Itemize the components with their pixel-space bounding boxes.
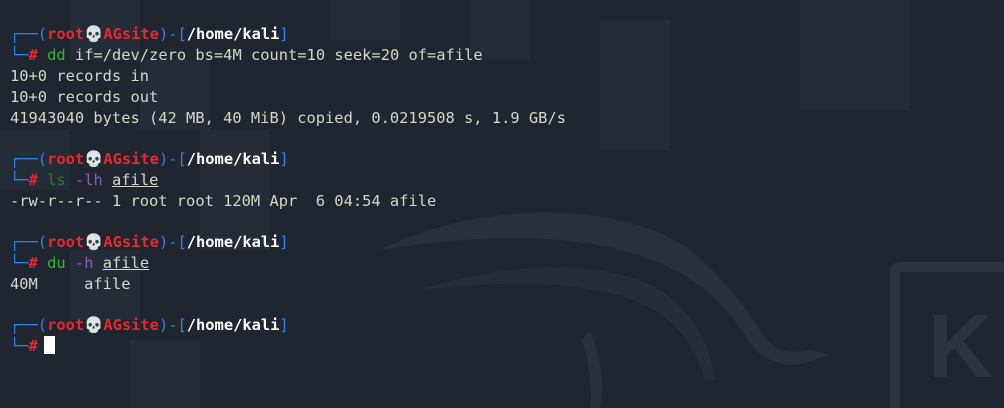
prompt-frame-bottom: └─ [10,254,29,272]
skull-icon: 💀 [84,316,104,334]
command-line: └─# dd if=/dev/zero bs=4M count=10 seek=… [10,45,566,66]
command-name: du [47,254,66,272]
skull-icon: 💀 [84,25,104,43]
output-line: -rw-r--r-- 1 root root 120M Apr 6 04:54 … [10,192,437,210]
wallpaper-block [800,0,910,110]
text-cursor[interactable] [43,336,55,354]
prompt-host: AGsite [103,25,159,43]
output-line: 40M afile [10,275,131,293]
prompt-frame-bottom: └─ [10,46,29,64]
command-name: ls [47,171,66,189]
prompt-frame-top: ┌──( [10,25,48,43]
prompt-user: root [47,25,85,43]
prompt-line: ┌──(root💀AGsite)-[/home/kali] [10,232,566,253]
output-line: 10+0 records in [10,67,149,85]
command-name: dd [47,46,66,64]
prompt-symbol: # [28,171,38,189]
command-option: -lh [65,171,103,189]
kali-logo-letter: K [928,297,993,397]
command-args: if=/dev/zero bs=4M count=10 seek=20 of=a… [65,46,483,64]
prompt-path: /home/kali [186,233,280,251]
skull-icon: 💀 [84,150,104,168]
prompt-frame-bottom: └─ [10,171,29,189]
active-command-line[interactable]: └─# [10,336,566,357]
prompt-frame-bottom: └─ [10,337,29,355]
prompt-path: /home/kali [186,25,280,43]
wallpaper-block [600,20,670,150]
prompt-frame-end: ] [279,233,289,251]
command-option: -h [65,254,94,272]
prompt-host: AGsite [103,150,159,168]
prompt-line: ┌──(root💀AGsite)-[/home/kali] [10,149,566,170]
prompt-frame-mid: )-[ [158,25,187,43]
command-file: afile [112,171,159,189]
prompt-frame-top: ┌──( [10,316,48,334]
prompt-user: root [47,316,85,334]
prompt-path: /home/kali [186,316,280,334]
skull-icon: 💀 [84,233,104,251]
terminal-output: ┌──(root💀AGsite)-[/home/kali] └─# dd if=… [10,24,566,357]
prompt-line: ┌──(root💀AGsite)-[/home/kali] [10,315,566,336]
prompt-frame-end: ] [279,316,289,334]
output-line: 41943040 bytes (42 MB, 40 MiB) copied, 0… [10,109,566,127]
command-line: └─# du -h afile [10,253,566,274]
kali-logo-watermark: K [890,262,1004,408]
prompt-symbol: # [28,46,38,64]
command-file: afile [102,254,150,272]
terminal-window[interactable]: K ┌──(root💀AGsite)-[/home/kali] └─# dd i… [0,0,1004,408]
prompt-frame-top: ┌──( [10,233,48,251]
prompt-symbol: # [28,254,38,272]
prompt-user: root [47,233,85,251]
prompt-frame-mid: )-[ [158,150,187,168]
prompt-path: /home/kali [186,150,280,168]
prompt-line: ┌──(root💀AGsite)-[/home/kali] [10,24,566,45]
prompt-host: AGsite [103,316,159,334]
prompt-frame-end: ] [279,25,289,43]
prompt-frame-mid: )-[ [158,316,187,334]
prompt-user: root [47,150,85,168]
prompt-frame-mid: )-[ [158,233,187,251]
prompt-frame-end: ] [279,150,289,168]
prompt-frame-top: ┌──( [10,150,48,168]
command-line: └─# ls -lh afile [10,170,566,191]
output-line: 10+0 records out [10,88,159,106]
prompt-symbol: # [28,337,38,355]
prompt-host: AGsite [103,233,159,251]
